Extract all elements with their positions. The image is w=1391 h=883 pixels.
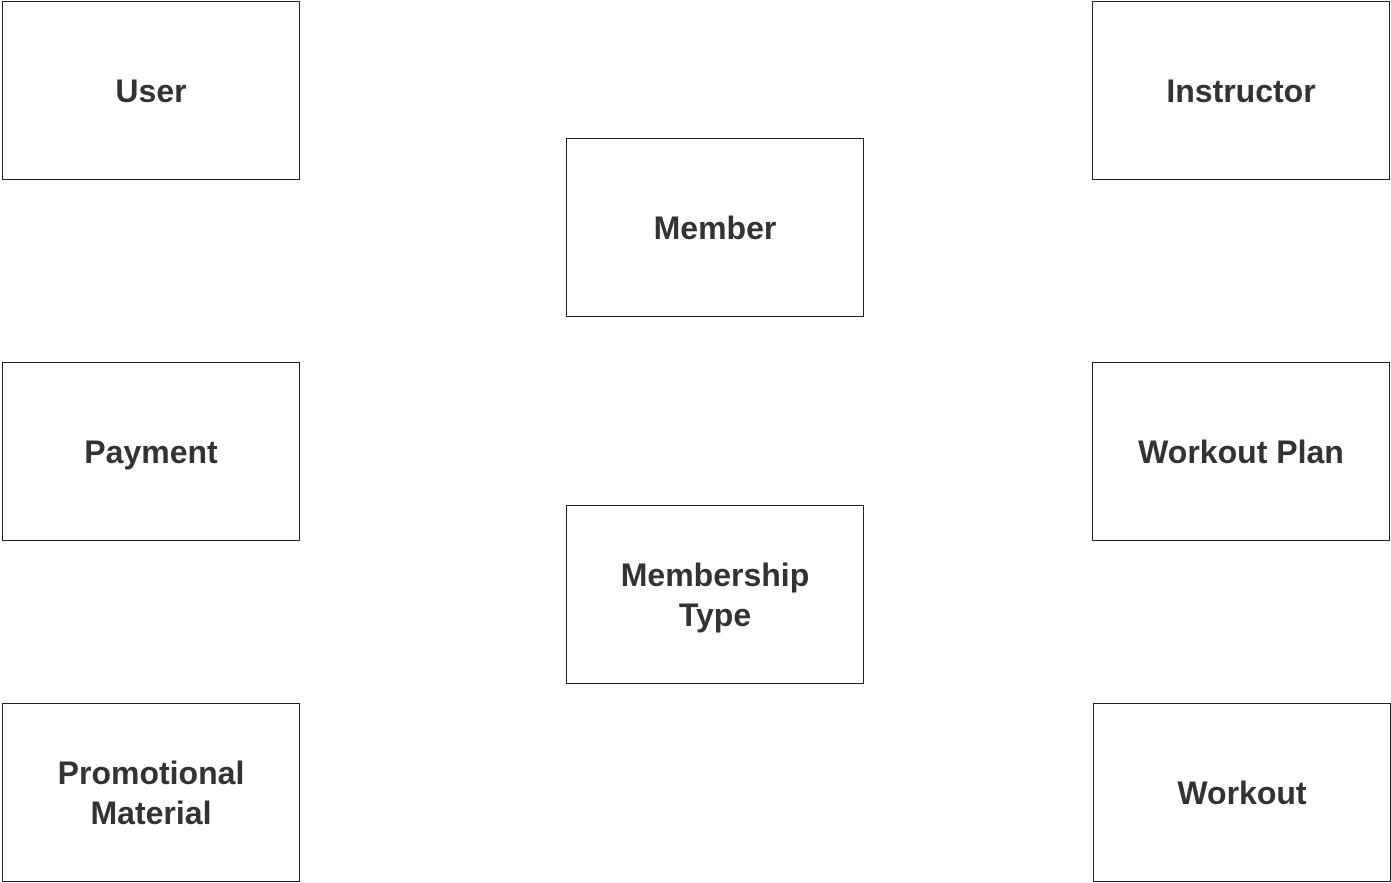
entity-label-member: Member bbox=[653, 209, 777, 246]
entity-label-user: User bbox=[115, 72, 187, 109]
entity-workout[interactable]: Workout bbox=[1093, 703, 1391, 882]
entity-promotional-material[interactable]: Promotional Material bbox=[2, 703, 300, 882]
entity-user[interactable]: User bbox=[2, 1, 300, 180]
entity-label-workout-plan: Workout Plan bbox=[1138, 433, 1344, 470]
entity-membership-type[interactable]: Membership Type bbox=[566, 505, 864, 684]
entity-label-membership-type: Membership Type bbox=[620, 556, 810, 633]
entity-label-promotional-material: Promotional Material bbox=[57, 754, 245, 831]
entity-payment[interactable]: Payment bbox=[2, 362, 300, 541]
entity-label-payment: Payment bbox=[84, 433, 218, 470]
entity-member[interactable]: Member bbox=[566, 138, 864, 317]
entity-instructor[interactable]: Instructor bbox=[1092, 1, 1390, 180]
entity-workout-plan[interactable]: Workout Plan bbox=[1092, 362, 1390, 541]
entity-label-instructor: Instructor bbox=[1166, 72, 1316, 109]
entity-label-workout: Workout bbox=[1177, 774, 1307, 811]
